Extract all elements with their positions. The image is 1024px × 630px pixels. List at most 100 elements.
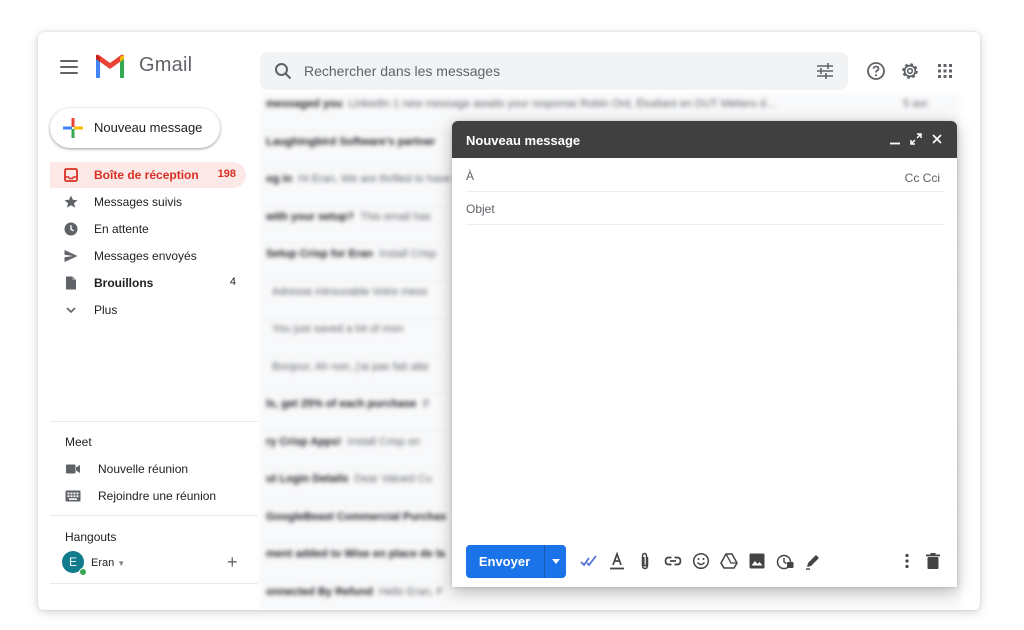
search-icon[interactable] — [274, 62, 292, 80]
hangouts-user-name: Eran — [91, 557, 115, 569]
message-preview: Hello Eran, F — [378, 585, 444, 598]
link-icon[interactable] — [664, 552, 682, 570]
message-subject: Setup Crisp for Eran — [266, 248, 373, 260]
confidential-mode-icon[interactable] — [776, 552, 794, 570]
message-subject: og in — [266, 173, 293, 185]
inbox-icon — [64, 168, 78, 182]
send-label: Envoyer — [478, 554, 531, 569]
send-button[interactable]: Envoyer — [466, 545, 566, 578]
sidebar-item-starred[interactable]: Messages suivis — [50, 189, 246, 215]
close-icon[interactable] — [930, 132, 944, 146]
message-preview: LinkedIn 1 new message awaits your respo… — [348, 98, 777, 110]
divider — [50, 421, 258, 422]
minimize-icon[interactable] — [888, 132, 902, 146]
message-preview: You just saved a lot of mon — [272, 323, 404, 335]
send-options-arrow-icon[interactable] — [552, 559, 560, 564]
caret-down-icon: ▼ — [117, 559, 126, 568]
video-camera-icon — [66, 464, 80, 474]
to-input[interactable] — [466, 160, 896, 192]
drive-icon[interactable] — [720, 552, 738, 570]
sidebar-item-snoozed[interactable]: En attente — [50, 216, 246, 242]
message-preview: Dear Valued Cu — [354, 473, 432, 485]
attach-icon[interactable] — [636, 552, 654, 570]
message-body-input[interactable] — [466, 227, 944, 537]
app-name: Gmail — [139, 54, 193, 76]
discard-draft-trash-icon[interactable] — [924, 552, 942, 570]
signature-pen-icon[interactable] — [804, 552, 822, 570]
subject-input[interactable] — [466, 193, 896, 225]
more-options-icon[interactable] — [898, 552, 916, 570]
message-date: 5 avr. — [903, 98, 930, 110]
message-preview: This email has — [360, 210, 431, 223]
main-menu-icon[interactable] — [60, 60, 78, 74]
plus-icon — [63, 118, 83, 138]
message-subject: ut Login Details — [266, 473, 349, 485]
message-preview: Adresse introuvable Votre mess — [272, 285, 428, 298]
subject-field — [466, 193, 944, 225]
clock-icon — [64, 222, 78, 236]
new-message-label: Nouveau message — [94, 120, 203, 135]
recipients-field: Cc Cci — [466, 160, 944, 192]
sidebar-item-sent[interactable]: Messages envoyés — [50, 243, 246, 269]
search-input[interactable] — [304, 52, 774, 90]
sidebar-item-label: Messages envoyés — [94, 249, 197, 263]
sidebar-item-label: En attente — [94, 222, 149, 236]
new-meeting-link[interactable]: Nouvelle réunion — [65, 459, 245, 479]
chevron-down-icon — [66, 307, 76, 314]
fullscreen-icon[interactable] — [909, 132, 923, 146]
message-preview: Hi Eran, We are thrilled to have you — [298, 173, 472, 185]
message-subject: with your setup? — [266, 210, 354, 223]
draft-file-icon — [66, 276, 76, 290]
message-subject: ls, get 25% of each purchase — [266, 398, 417, 410]
divider — [50, 515, 258, 516]
message-preview: If — [422, 398, 429, 410]
keyboard-icon — [65, 490, 81, 502]
sidebar-item-inbox[interactable]: Boîte de réception 198 — [50, 162, 246, 188]
compose-title: Nouveau message — [466, 133, 581, 148]
apps-grid-icon[interactable] — [935, 61, 955, 81]
sidebar-item-label: Boîte de réception — [94, 168, 199, 182]
message-subject: onnected By Refund — [266, 585, 373, 598]
star-icon — [64, 195, 78, 208]
gmail-logo-icon — [96, 54, 124, 78]
join-meeting-label: Rejoindre une réunion — [98, 489, 217, 503]
unread-count: 198 — [217, 168, 236, 180]
search-bar[interactable] — [260, 52, 848, 90]
meet-section-title: Meet — [65, 435, 92, 449]
join-meeting-link[interactable]: Rejoindre une réunion — [65, 486, 245, 506]
message-preview: Install Crisp — [378, 248, 437, 260]
formatting-icon[interactable] — [580, 552, 598, 570]
settings-gear-icon[interactable] — [900, 61, 920, 81]
message-preview: Bonjour, Ah non, j'ai pas fait atte — [272, 360, 429, 373]
new-meeting-label: Nouvelle réunion — [98, 462, 189, 476]
sidebar-item-drafts[interactable]: Brouillons 4 — [50, 270, 246, 296]
text-format-icon[interactable] — [608, 552, 626, 570]
send-icon — [64, 250, 78, 262]
sidebar-item-label: Messages suivis — [94, 195, 183, 209]
hangouts-user-menu[interactable]: Eran ▼ — [91, 557, 125, 569]
image-icon[interactable] — [748, 552, 766, 570]
message-subject: messaged you — [266, 98, 343, 110]
drafts-count: 4 — [229, 276, 236, 288]
message-subject: ry Crisp Apps! — [266, 435, 342, 448]
new-message-button[interactable]: Nouveau message — [50, 108, 220, 148]
cc-bcc-link[interactable]: Cc Cci — [905, 171, 940, 185]
presence-status-dot — [79, 568, 87, 576]
send-divider — [544, 545, 545, 578]
sidebar-item-more[interactable]: Plus — [50, 297, 246, 323]
compose-window: Nouveau message Cc Cci Envoyer — [452, 121, 957, 587]
hangouts-section-title: Hangouts — [65, 530, 117, 544]
message-preview: Install Crisp on — [347, 435, 421, 448]
sidebar-item-label: Brouillons — [94, 276, 154, 290]
message-subject: ment added to Wise en place de la — [266, 548, 446, 560]
message-subject: Laughingbird Software's partner — [266, 135, 436, 148]
add-contact-icon[interactable]: + — [227, 553, 238, 571]
message-subject: GoogleBeast Commercial Purchas — [266, 510, 447, 523]
search-options-icon[interactable] — [816, 63, 834, 79]
gmail-window: Gmail Rechercher dans les messages Nouve… — [38, 32, 980, 610]
emoji-icon[interactable] — [692, 552, 710, 570]
compose-header[interactable]: Nouveau message — [452, 121, 957, 158]
divider — [50, 583, 258, 584]
help-icon[interactable] — [866, 61, 886, 81]
sidebar-item-label: Plus — [94, 303, 118, 317]
